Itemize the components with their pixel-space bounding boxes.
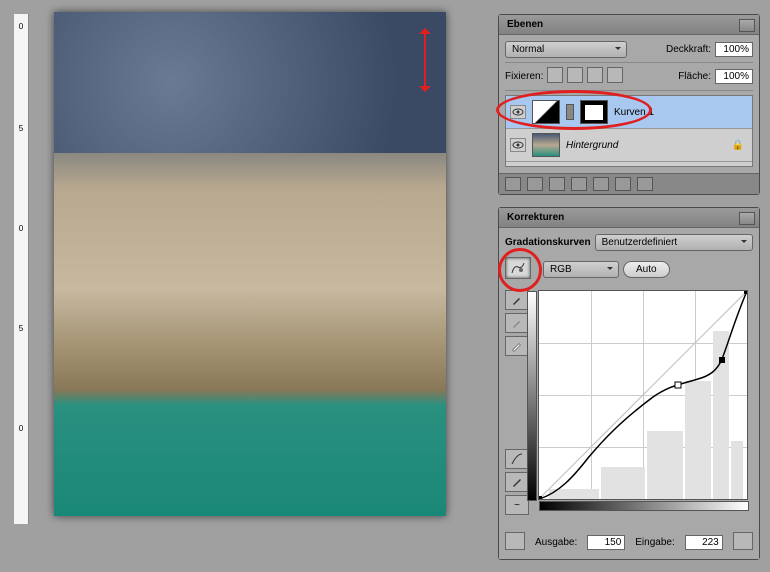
lock-position-icon[interactable] [587,67,603,83]
fill-label: Fläche: [678,71,711,82]
layer-curves[interactable]: Kurven 1 [506,96,752,129]
layer-background[interactable]: Hintergrund 🔒 [506,129,752,162]
clip-icon[interactable] [505,532,525,550]
adjustments-panel-header: Korrekturen [499,208,759,228]
curve-edit-icon[interactable] [505,449,529,469]
adjustments-panel-title: Korrekturen [507,212,564,223]
opacity-label: Deckkraft: [666,44,711,55]
adjustment-layer-icon[interactable] [571,177,587,191]
layer-mask-icon[interactable] [549,177,565,191]
layers-panel-title: Ebenen [507,19,543,30]
input-gradient [539,501,749,511]
group-icon[interactable] [593,177,609,191]
layers-list: Kurven 1 Hintergrund 🔒 [505,95,753,167]
smooth-icon[interactable]: ~ [505,495,529,515]
layers-panel: Ebenen Normal Deckkraft: 100% Fixieren: … [498,14,760,195]
opacity-input[interactable]: 100% [715,42,753,57]
targeted-adjustment-tool[interactable] [505,257,531,279]
layers-panel-header: Ebenen [499,15,759,35]
input-input[interactable]: 223 [685,535,723,550]
layers-panel-footer [499,173,759,194]
visibility-toggle-icon[interactable] [510,105,526,119]
panel-menu-icon[interactable] [739,212,755,225]
lock-label: Fixieren: [505,71,543,82]
curves-graph[interactable] [538,290,748,500]
canvas-image[interactable] [54,12,446,516]
lock-transparent-icon[interactable] [547,67,563,83]
channel-select[interactable]: RGB [543,261,619,278]
blend-mode-select[interactable]: Normal [505,41,627,58]
background-thumbnail-icon [532,133,560,157]
layer-mask-thumbnail[interactable] [580,100,608,124]
input-label: Eingabe: [635,537,674,548]
vertical-ruler: 0 5 0 5 0 [14,14,29,524]
eyedropper-black-icon[interactable] [505,290,529,310]
link-layers-icon[interactable] [505,177,521,191]
trash-icon[interactable] [637,177,653,191]
panel-menu-icon[interactable] [739,19,755,32]
layer-name[interactable]: Hintergrund [566,140,618,151]
options-icon[interactable] [733,532,753,550]
output-gradient [527,291,537,501]
curves-thumbnail-icon [532,100,560,124]
adjustment-type-label: Gradationskurven [505,237,591,248]
layer-effects-icon[interactable] [527,177,543,191]
link-icon[interactable] [566,104,574,120]
curve-svg [539,291,747,499]
adjustments-panel: Korrekturen Gradationskurven Benutzerdef… [498,207,760,560]
auto-button[interactable]: Auto [623,261,670,278]
lock-all-icon[interactable] [607,67,623,83]
lock-pixels-icon[interactable] [567,67,583,83]
output-label: Ausgabe: [535,537,577,548]
new-layer-icon[interactable] [615,177,631,191]
visibility-toggle-icon[interactable] [510,138,526,152]
annotation-arrow [424,30,426,90]
pencil-edit-icon[interactable] [505,472,529,492]
fill-input[interactable]: 100% [715,69,753,84]
eyedropper-white-icon[interactable] [505,336,529,356]
layer-name[interactable]: Kurven 1 [614,107,654,118]
eyedropper-gray-icon[interactable] [505,313,529,333]
output-input[interactable]: 150 [587,535,625,550]
curves-preset-select[interactable]: Benutzerdefiniert [595,234,753,251]
